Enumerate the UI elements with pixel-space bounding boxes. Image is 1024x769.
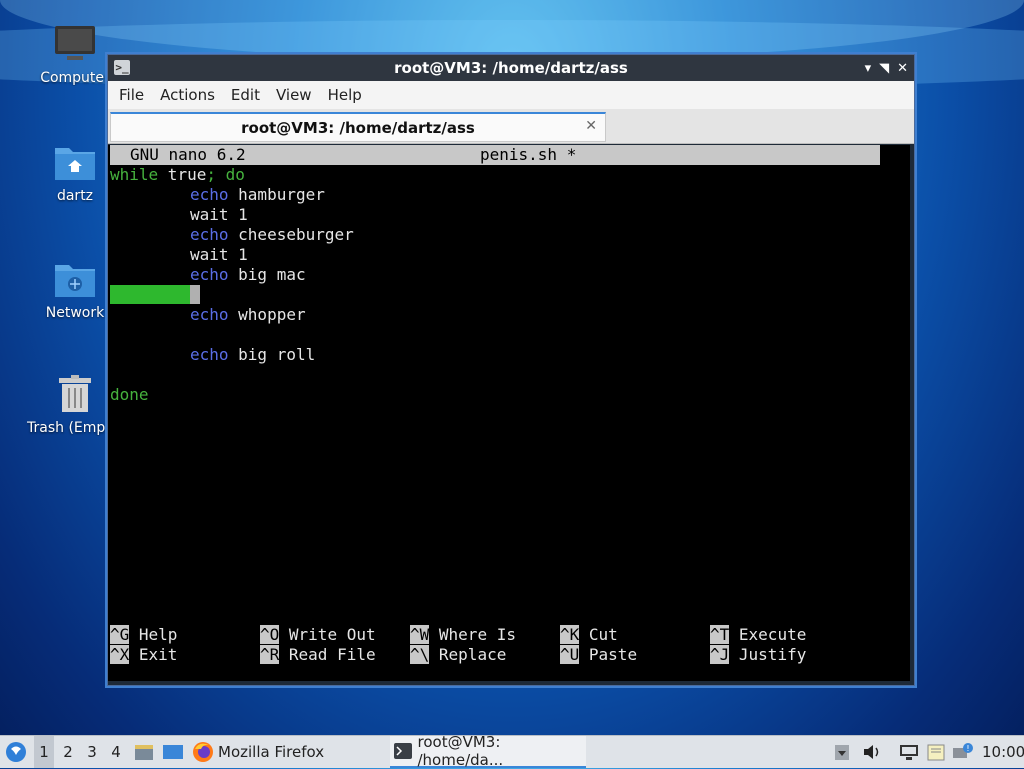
code-line: wait 1 <box>190 205 248 224</box>
workspace-3[interactable]: 3 <box>84 736 100 768</box>
menu-edit[interactable]: Edit <box>231 86 260 104</box>
firefox-label: Mozilla Firefox <box>218 743 325 761</box>
nano-filename: penis.sh * <box>480 145 577 164</box>
shortcut-exit: ^X Exit <box>110 645 178 664</box>
window-title: root@VM3: /home/dartz/ass <box>394 59 628 77</box>
shortcut-cut: ^K Cut <box>560 625 618 644</box>
workspace-2[interactable]: 2 <box>60 736 76 768</box>
menu-actions[interactable]: Actions <box>160 86 215 104</box>
network-wired-icon <box>900 745 918 760</box>
clipboard-tray[interactable] <box>834 736 850 768</box>
show-desktop-button[interactable] <box>162 736 184 768</box>
shortcut-replace: ^\ Replace <box>410 645 507 664</box>
file-manager-icon <box>135 745 153 760</box>
lubuntu-logo-icon <box>6 742 26 762</box>
note-icon <box>927 744 945 761</box>
tab-label: root@VM3: /home/dartz/ass <box>241 118 475 137</box>
workspace-4[interactable]: 4 <box>108 736 124 768</box>
taskbar-firefox[interactable]: Mozilla Firefox <box>192 736 324 768</box>
taskbar-terminal[interactable]: root@VM3: /home/da... <box>390 733 586 769</box>
volume-tray[interactable] <box>862 736 882 768</box>
tab-close-icon[interactable]: ✕ <box>585 118 597 134</box>
network-folder-icon <box>53 257 97 301</box>
menu-view[interactable]: View <box>276 86 312 104</box>
code-line: echo big roll <box>190 345 316 364</box>
window-titlebar[interactable]: >_ root@VM3: /home/dartz/ass ▾ ◥ ✕ <box>108 55 914 81</box>
terminal-window: >_ root@VM3: /home/dartz/ass ▾ ◥ ✕ File … <box>107 54 915 686</box>
file-manager-launcher[interactable] <box>134 736 154 768</box>
shortcut-paste: ^U Paste <box>560 645 638 664</box>
nano-header: GNU nano 6.2 penis.sh * <box>110 145 880 165</box>
code-line: while true; do <box>110 165 245 184</box>
monitor-icon <box>53 22 97 66</box>
shortcut-help: ^G Help <box>110 625 178 644</box>
terminal-taskbar-label: root@VM3: /home/da... <box>417 733 504 769</box>
shortcut-read-file: ^R Read File <box>260 645 376 664</box>
code-line: echo cheeseburger <box>190 225 354 244</box>
clock[interactable]: 10:00 <box>982 736 1024 768</box>
nano-version: GNU nano 6.2 <box>130 145 246 164</box>
start-menu-button[interactable] <box>4 736 28 768</box>
close-button[interactable]: ✕ <box>897 61 908 76</box>
terminal-tab[interactable]: root@VM3: /home/dartz/ass ✕ <box>110 112 606 142</box>
firefox-icon <box>193 742 213 762</box>
menu-bar: File Actions Edit View Help <box>108 81 914 109</box>
shortcut-justify: ^J Justify <box>710 645 807 664</box>
update-notifier-icon: ! <box>953 743 973 758</box>
menu-help[interactable]: Help <box>328 86 362 104</box>
maximize-button[interactable]: ◥ <box>879 61 889 76</box>
tab-bar: root@VM3: /home/dartz/ass ✕ <box>108 109 914 144</box>
menu-file[interactable]: File <box>119 86 144 104</box>
code-line: echo whopper <box>190 305 306 324</box>
code-line: done <box>110 385 149 404</box>
whitespace-highlight <box>110 285 190 304</box>
text-cursor <box>190 285 200 304</box>
volume-icon <box>864 745 879 759</box>
code-line: wait 1 <box>190 245 248 264</box>
minimize-button[interactable]: ▾ <box>865 61 872 76</box>
svg-text:!: ! <box>966 744 969 753</box>
code-line: echo big mac <box>190 265 306 284</box>
terminal-icon <box>394 743 412 759</box>
code-line: echo hamburger <box>190 185 325 204</box>
shortcut-write-out: ^O Write Out <box>260 625 376 644</box>
network-tray[interactable] <box>898 736 920 768</box>
notes-tray[interactable] <box>926 736 946 768</box>
nano-editor[interactable]: GNU nano 6.2 penis.sh * while true; do e… <box>108 145 910 681</box>
shortcut-where-is: ^W Where Is <box>410 625 516 644</box>
shortcut-execute: ^T Execute <box>710 625 807 644</box>
desktop-icon <box>163 745 183 759</box>
workspace-1[interactable]: 1 <box>34 736 54 768</box>
trash-icon <box>53 372 97 416</box>
taskbar: 1 2 3 4 Mozilla Firefox root@VM3: /home/… <box>0 733 1024 769</box>
clipboard-icon <box>835 745 849 760</box>
home-folder-icon <box>53 140 97 184</box>
updates-tray[interactable]: ! <box>952 736 974 768</box>
